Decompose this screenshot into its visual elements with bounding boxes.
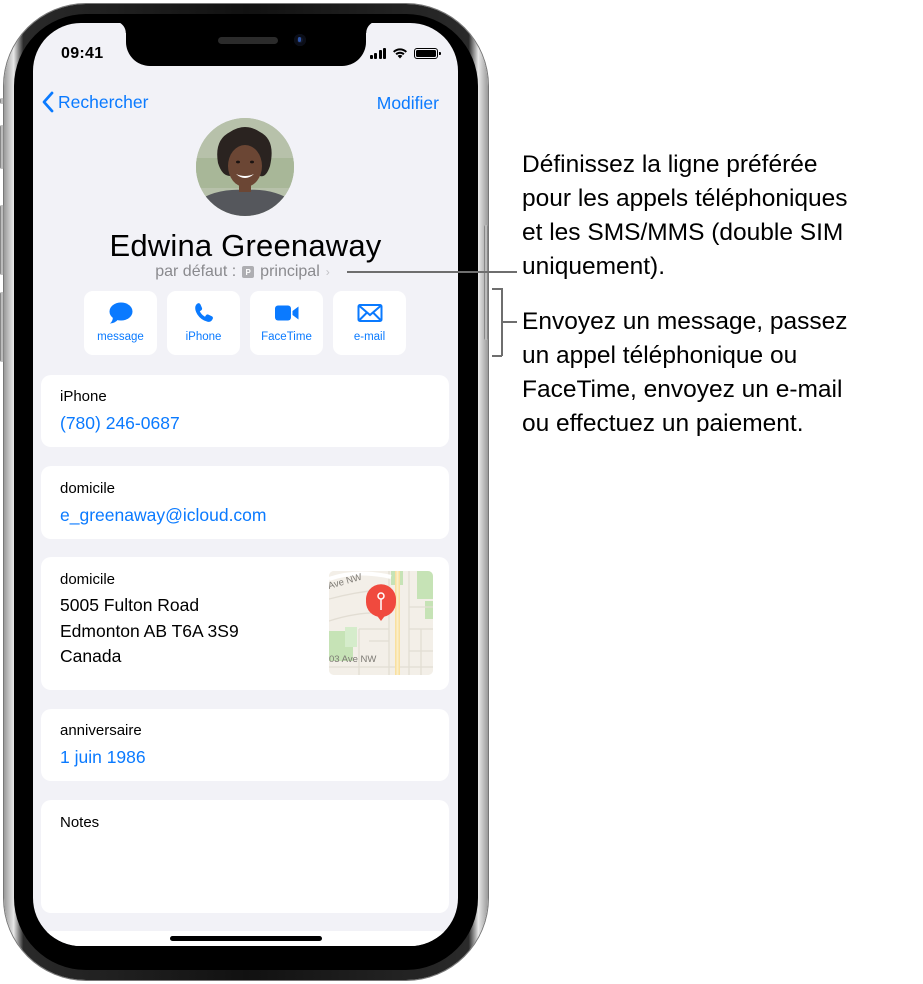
actions-bracket-bottom: [492, 355, 502, 357]
volume-down-button: [0, 205, 4, 275]
callout-line: FaceTime, envoyez un e-mail: [522, 376, 843, 403]
back-button[interactable]: Rechercher: [41, 91, 148, 113]
video-camera-icon: [274, 305, 298, 321]
birthday-card[interactable]: anniversaire 1 juin 1986: [41, 709, 449, 781]
sim-badge-icon: P: [242, 266, 255, 278]
status-icons: [369, 47, 441, 59]
callout-line: uniquement).: [522, 253, 666, 280]
contact-name: Edwina Greenaway: [109, 228, 382, 263]
phone-label: iPhone: [60, 388, 107, 405]
phone-number-link[interactable]: (780) 246-0687: [60, 413, 180, 434]
envelope-icon: [357, 304, 382, 322]
map-thumbnail[interactable]: Ave NW 03 Ave NW: [329, 571, 433, 675]
facetime-action-button[interactable]: FaceTime: [250, 291, 323, 355]
default-line-callout: Définissez la ligne préférée pour les ap…: [522, 148, 848, 284]
side-power-button: [484, 225, 488, 340]
chevron-right-icon: ›: [325, 265, 330, 279]
quick-actions: message iPhone FaceTime e-mail: [84, 291, 406, 355]
contact-screen: 09:41 Rechercher Modifier Edwina Greenaw…: [33, 23, 458, 946]
contact-avatar[interactable]: [196, 118, 294, 216]
address-label: domicile: [60, 571, 116, 588]
actions-bracket-tick: [501, 321, 517, 323]
callout-line: ou effectuez un paiement.: [522, 410, 804, 437]
volume-up-button: [0, 125, 4, 169]
message-action-button[interactable]: message: [84, 291, 157, 355]
contact-photo: [196, 118, 294, 216]
callout-line: Envoyez un message, passez: [522, 308, 848, 335]
address-line-street: 5005 Fulton Road: [60, 595, 200, 615]
map-image: Ave NW 03 Ave NW: [329, 571, 433, 675]
message-bubble-icon: [109, 302, 132, 324]
phone-card[interactable]: iPhone (780) 246-0687: [41, 375, 449, 447]
email-label: domicile: [60, 480, 116, 497]
mute-switch: [0, 98, 4, 104]
chevron-left-icon: [42, 91, 54, 113]
actions-callout: Envoyez un message, passez un appel télé…: [522, 305, 848, 441]
call-action-button[interactable]: iPhone: [167, 291, 240, 355]
default-line-value: principal: [260, 263, 320, 280]
action-label: e-mail: [353, 331, 386, 343]
address-line-country: Canada: [60, 646, 122, 666]
email-link[interactable]: e_greenaway@icloud.com: [60, 505, 267, 526]
back-label: Rechercher: [58, 91, 149, 112]
callout-line: un appel téléphonique ou: [522, 342, 798, 369]
volume-button-lower: [0, 292, 4, 362]
home-indicator[interactable]: [170, 936, 322, 941]
action-label: iPhone: [185, 331, 222, 343]
battery-icon: [414, 47, 441, 59]
default-line-leader: [347, 271, 517, 273]
email-action-button[interactable]: e-mail: [333, 291, 406, 355]
default-line-prefix: par défaut :: [155, 263, 237, 280]
address-card[interactable]: domicile 5005 Fulton Road Edmonton AB T6…: [41, 557, 449, 690]
address-line-city: Edmonton AB T6A 3S9: [60, 620, 239, 641]
notes-card[interactable]: Notes: [41, 800, 449, 913]
email-card[interactable]: domicile e_greenaway@icloud.com: [41, 466, 449, 539]
callout-line: et les SMS/MMS (double SIM: [522, 219, 844, 246]
address-text: 5005 Fulton Road Edmonton AB T6A 3S9 Can…: [60, 593, 239, 670]
edit-button[interactable]: Modifier: [377, 93, 439, 114]
phone-icon: [194, 303, 213, 322]
action-label: FaceTime: [261, 331, 312, 343]
action-label: message: [97, 331, 144, 343]
notes-label: Notes: [60, 814, 100, 831]
status-time: 09:41: [61, 45, 104, 62]
birthday-value[interactable]: 1 juin 1986: [60, 747, 146, 768]
front-camera: [294, 34, 306, 46]
callout-line: Définissez la ligne préférée: [522, 151, 818, 178]
callout-line: pour les appels téléphoniques: [522, 185, 848, 212]
map-street-label: 03 Ave NW: [329, 654, 376, 665]
notch: [114, 23, 378, 66]
earpiece-speaker: [218, 37, 278, 44]
birthday-label: anniversaire: [60, 722, 142, 739]
wifi-icon: [393, 48, 407, 59]
cellular-signal-icon: [369, 47, 386, 59]
